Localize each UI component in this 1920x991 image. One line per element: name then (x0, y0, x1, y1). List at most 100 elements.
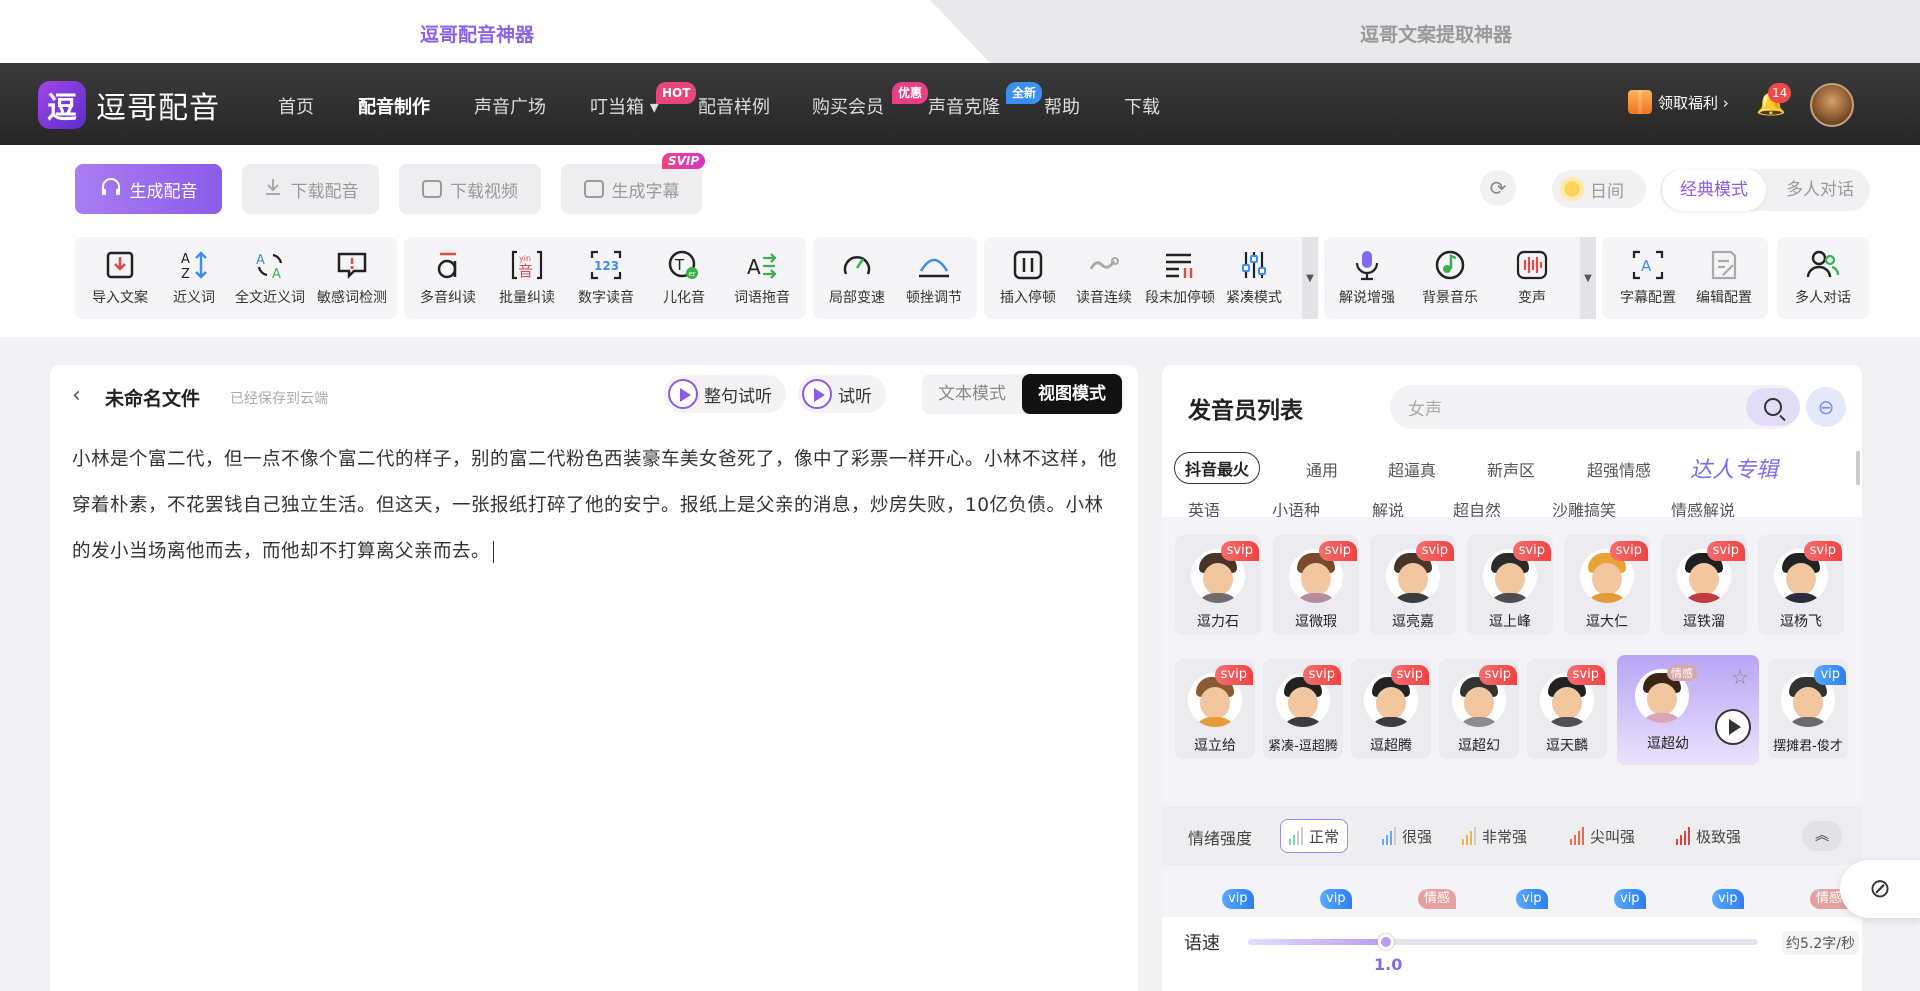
voice-card[interactable]: svip 逗立给 (1175, 659, 1255, 759)
speed-slider-fill (1248, 939, 1386, 945)
voice-name: 摆摊君-俊才 (1773, 739, 1843, 754)
emotion-scream[interactable]: 尖叫强 (1562, 819, 1643, 853)
file-name[interactable]: 未命名文件 (105, 384, 200, 411)
emotion-very-strong[interactable]: 非常强 (1454, 819, 1535, 853)
nav-samples[interactable]: 配音样例 (698, 93, 770, 119)
category-general[interactable]: 通用 (1306, 457, 1338, 481)
refresh-icon[interactable]: ⟳ (1480, 170, 1516, 206)
emotion-strong[interactable]: 很强 (1374, 819, 1440, 853)
level-bars-icon (1462, 827, 1476, 845)
voice-card[interactable]: svip 逗杨飞 (1758, 535, 1844, 635)
category-talent-album[interactable]: 达人专辑 (1690, 452, 1778, 484)
download-audio-button[interactable]: 下载配音 (242, 164, 379, 214)
tool-sensitive-check[interactable]: 敏感词检测 (310, 237, 394, 319)
tool-import-copy[interactable]: 导入文案 (78, 237, 162, 319)
nav-voice-square[interactable]: 声音广场 (474, 93, 546, 119)
tool-continuous-reading[interactable]: 读音连续 (1062, 237, 1146, 319)
voice-card[interactable]: svip 逗铁溜 (1661, 535, 1747, 635)
hide-eye-icon[interactable]: ⊘ (1840, 860, 1920, 918)
level-bars-icon (1289, 827, 1303, 845)
nav-toolbox[interactable]: 叮当箱 ▾ (590, 93, 659, 119)
nav-membership[interactable]: 购买会员 (812, 93, 884, 119)
voice-card-selected[interactable]: 情感 ☆ 逗超幼 (1617, 655, 1759, 765)
tool-paragraph-pause[interactable]: 段末加停顿 (1138, 237, 1222, 319)
pause-group-expand[interactable]: ▼ (1302, 237, 1318, 319)
voice-card[interactable]: vip 摆摊君-俊才 (1768, 659, 1848, 759)
speed-slider[interactable] (1248, 934, 1758, 950)
tab-dubbing-tool-label[interactable]: 逗哥配音神器 (420, 20, 534, 47)
tab-copy-extract-label[interactable]: 逗哥文案提取神器 (1360, 20, 1512, 47)
category-douyin-hot[interactable]: 抖音最火 (1174, 452, 1261, 484)
hot-badge: HOT (656, 82, 697, 104)
nav-help[interactable]: 帮助 (1044, 93, 1080, 119)
view-mode-tab[interactable]: 视图模式 (1022, 374, 1122, 414)
level-bars-icon (1570, 827, 1584, 845)
text-mode-tab[interactable]: 文本模式 (922, 374, 1022, 414)
user-avatar[interactable] (1810, 83, 1854, 127)
tool-local-speed[interactable]: 局部变速 (815, 237, 899, 319)
emotion-normal[interactable]: 正常 (1280, 819, 1349, 853)
voice-card[interactable]: svip 逗超腾 (1351, 659, 1431, 759)
editor-text-area[interactable]: 小林是个富二代，但一点不像个富二代的样子，别的富二代粉色西装豪车美女爸死了，像中… (72, 437, 1120, 575)
sort-az-icon: AZ (181, 251, 207, 281)
mode-multi[interactable]: 多人对话 (1770, 169, 1870, 211)
voice-card[interactable]: svip 紧凑-逗超腾 (1263, 659, 1343, 759)
tool-batch-correct[interactable]: yin 音 批量纠读 (485, 237, 569, 319)
pause-icon (1013, 250, 1043, 280)
globe-icon[interactable]: ⊖ (1806, 387, 1846, 427)
voice-name: 逗铁溜 (1683, 614, 1725, 630)
sentence-preview-button[interactable]: 整句试听 (664, 375, 786, 413)
voice-card[interactable]: svip 逗大仁 (1564, 535, 1650, 635)
nav-home[interactable]: 首页 (278, 93, 314, 119)
tool-insert-pause[interactable]: 插入停顿 (986, 237, 1070, 319)
nav-download[interactable]: 下载 (1124, 93, 1160, 119)
back-icon[interactable]: ‹ (72, 383, 81, 408)
tool-cadence[interactable]: 顿挫调节 (892, 237, 976, 319)
category-ultra-real[interactable]: 超逼真 (1388, 457, 1436, 481)
voice-card[interactable]: svip 逗超幻 (1439, 659, 1519, 759)
link-icon (1089, 257, 1119, 270)
tool-drag-tone[interactable]: A 词语拖音 (720, 237, 804, 319)
tool-polyphone[interactable]: 多音纠读 (406, 237, 490, 319)
search-button[interactable] (1746, 388, 1800, 426)
erhua-icon: Ter (668, 250, 698, 279)
logo-icon[interactable]: 逗 (38, 81, 86, 129)
tool-erhua[interactable]: Ter 儿化音 (642, 237, 726, 319)
category-strong-emotion[interactable]: 超强情感 (1587, 457, 1651, 481)
speed-control: 语速 1.0 约5.2字/秒 (1162, 917, 1862, 991)
notification-count: 14 (1768, 83, 1792, 103)
collapse-icon[interactable]: ︽ (1802, 821, 1842, 851)
nav-dubbing[interactable]: 配音制作 (358, 93, 430, 119)
voice-card[interactable]: svip 逗力石 (1175, 535, 1261, 635)
voice-card[interactable]: svip 逗亮嘉 (1370, 535, 1456, 635)
voice-search-input[interactable]: 女声 (1390, 385, 1800, 429)
speed-slider-thumb[interactable] (1378, 934, 1394, 950)
tool-edit-config[interactable]: 编辑配置 (1682, 237, 1766, 319)
gift-button[interactable]: 领取福利 › (1628, 90, 1729, 114)
emotion-extreme[interactable]: 极致强 (1668, 819, 1749, 853)
mode-classic[interactable]: 经典模式 (1662, 169, 1766, 211)
tool-full-synonym[interactable]: AA 全文近义词 (228, 237, 312, 319)
nav-voice-clone[interactable]: 声音克隆 (928, 93, 1000, 119)
category-scrollbar[interactable] (1856, 451, 1860, 485)
daytime-toggle[interactable]: 日间 (1552, 170, 1646, 208)
effects-group-expand[interactable]: ▼ (1580, 237, 1596, 319)
tool-narration-boost[interactable]: 解说增强 (1325, 237, 1409, 319)
tool-compact-mode[interactable]: 紧凑模式 (1212, 237, 1296, 319)
tool-multi-dialog[interactable]: 多人对话 (1781, 237, 1865, 319)
preview-button[interactable]: 试听 (798, 375, 886, 413)
tool-synonym[interactable]: AZ 近义词 (152, 237, 236, 319)
tool-voice-change[interactable]: 变声 (1490, 237, 1574, 319)
generate-subtitle-button[interactable]: 生成字幕 (561, 164, 702, 214)
category-new-voices[interactable]: 新声区 (1487, 457, 1535, 481)
star-icon[interactable]: ☆ (1731, 665, 1749, 689)
tool-number-reading[interactable]: 123 数字读音 (564, 237, 648, 319)
tool-background-music[interactable]: 背景音乐 (1408, 237, 1492, 319)
save-status: 已经保存到云端 (230, 391, 328, 407)
tool-subtitle-config[interactable]: A 字幕配置 (1606, 237, 1690, 319)
download-video-button[interactable]: 下载视频 (399, 164, 541, 214)
voice-card[interactable]: svip 逗微瑕 (1273, 535, 1359, 635)
generate-button[interactable]: 生成配音 (75, 164, 222, 214)
logo-text[interactable]: 逗哥配音 (96, 83, 220, 127)
voice-card[interactable]: svip 逗上峰 (1467, 535, 1553, 635)
